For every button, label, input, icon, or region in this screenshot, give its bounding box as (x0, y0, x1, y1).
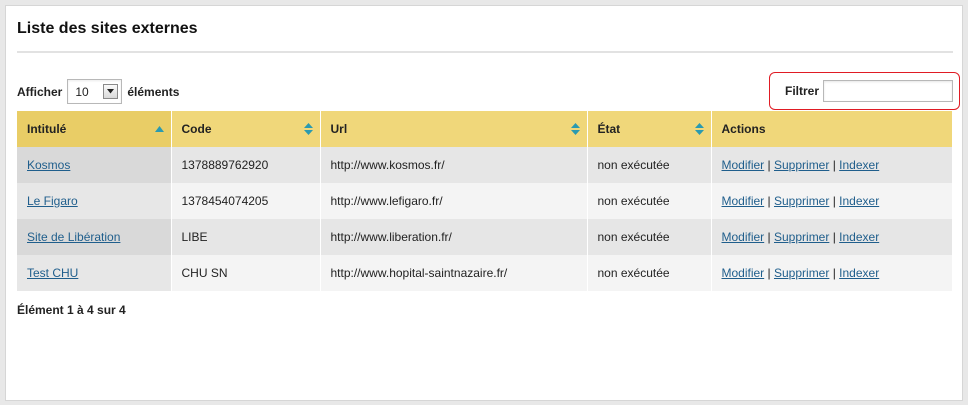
content-panel: Liste des sites externes Afficher 10 élé… (5, 5, 963, 401)
sites-table: Intitulé Code Url État Actions Kosmos 13… (17, 111, 952, 291)
page-length-control: Afficher 10 éléments (17, 79, 179, 104)
cell-url: http://www.kosmos.fr/ (320, 147, 588, 183)
modify-link[interactable]: Modifier (722, 158, 765, 172)
table-row: Site de Libération LIBE http://www.liberat… (17, 219, 952, 255)
cell-code: LIBE (171, 219, 321, 255)
cell-intitule: Kosmos (17, 147, 172, 183)
action-separator: | (767, 266, 771, 280)
page-length-select[interactable]: 10 (67, 79, 123, 104)
sort-both-icon (570, 123, 580, 135)
column-header-etat[interactable]: État (587, 111, 712, 147)
page-length-suffix: éléments (127, 84, 180, 99)
table-header-row: Intitulé Code Url État Actions (17, 111, 952, 147)
delete-link[interactable]: Supprimer (774, 158, 829, 172)
cell-code: 1378454074205 (171, 183, 321, 219)
table-row: Test CHU CHU SN http://www.hopital-saintna… (17, 255, 952, 291)
cell-code: CHU SN (171, 255, 321, 291)
index-link[interactable]: Indexer (839, 158, 879, 172)
column-label: Actions (721, 122, 766, 136)
page-title: Liste des sites externes (17, 20, 198, 37)
action-separator: | (767, 194, 771, 208)
index-link[interactable]: Indexer (839, 230, 879, 244)
filter-label: Filtrer (785, 84, 820, 98)
action-separator: | (832, 194, 836, 208)
index-link[interactable]: Indexer (839, 266, 879, 280)
filter-highlight: Filtrer (769, 72, 960, 110)
index-link[interactable]: Indexer (839, 194, 879, 208)
action-separator: | (832, 158, 836, 172)
cell-intitule: Le Figaro (17, 183, 172, 219)
cell-intitule: Site de Libération (17, 219, 172, 255)
cell-actions: Modifier | Supprimer | Indexer (711, 255, 952, 291)
column-label: Code (181, 122, 212, 136)
site-title-link[interactable]: Le Figaro (27, 194, 78, 208)
delete-link[interactable]: Supprimer (774, 230, 829, 244)
sort-both-icon (303, 123, 313, 135)
column-header-actions: Actions (711, 111, 952, 147)
cell-etat: non exécutée (587, 183, 712, 219)
sort-ascending-icon (154, 126, 164, 132)
cell-url: http://www.liberation.fr/ (320, 219, 588, 255)
cell-etat: non exécutée (587, 147, 712, 183)
site-title-link[interactable]: Test CHU (27, 266, 78, 280)
modify-link[interactable]: Modifier (722, 230, 765, 244)
cell-etat: non exécutée (587, 255, 712, 291)
column-label: État (597, 122, 621, 136)
table-info: Élément 1 à 4 sur 4 (17, 303, 126, 317)
page-length-prefix: Afficher (17, 84, 63, 99)
table-row: Kosmos 1378889762920 http://www.kosmos.fr/… (17, 147, 952, 183)
modify-link[interactable]: Modifier (722, 194, 765, 208)
delete-link[interactable]: Supprimer (774, 194, 829, 208)
column-label: Url (330, 122, 348, 136)
action-separator: | (832, 266, 836, 280)
cell-actions: Modifier | Supprimer | Indexer (711, 147, 952, 183)
site-title-link[interactable]: Kosmos (27, 158, 70, 172)
column-header-url[interactable]: Url (320, 111, 588, 147)
table-body: Kosmos 1378889762920 http://www.kosmos.fr/… (17, 147, 952, 291)
chevron-down-icon[interactable] (103, 84, 119, 99)
cell-code: 1378889762920 (171, 147, 321, 183)
title-divider (17, 51, 953, 53)
cell-intitule: Test CHU (17, 255, 172, 291)
cell-url: http://www.lefigaro.fr/ (320, 183, 588, 219)
column-header-code[interactable]: Code (171, 111, 321, 147)
page-length-value: 10 (75, 84, 89, 99)
column-label: Intitulé (27, 122, 67, 136)
site-title-link[interactable]: Site de Libération (27, 230, 120, 244)
cell-etat: non exécutée (587, 219, 712, 255)
action-separator: | (832, 230, 836, 244)
action-separator: | (767, 158, 771, 172)
delete-link[interactable]: Supprimer (774, 266, 829, 280)
cell-url: http://www.hopital-saintnazaire.fr/ (320, 255, 588, 291)
action-separator: | (767, 230, 771, 244)
modify-link[interactable]: Modifier (722, 266, 765, 280)
filter-input[interactable] (823, 80, 954, 102)
column-header-intitule[interactable]: Intitulé (17, 111, 172, 147)
table-row: Le Figaro 1378454074205 http://www.lefigar… (17, 183, 952, 219)
cell-actions: Modifier | Supprimer | Indexer (711, 183, 952, 219)
sort-both-icon (694, 123, 704, 135)
cell-actions: Modifier | Supprimer | Indexer (711, 219, 952, 255)
